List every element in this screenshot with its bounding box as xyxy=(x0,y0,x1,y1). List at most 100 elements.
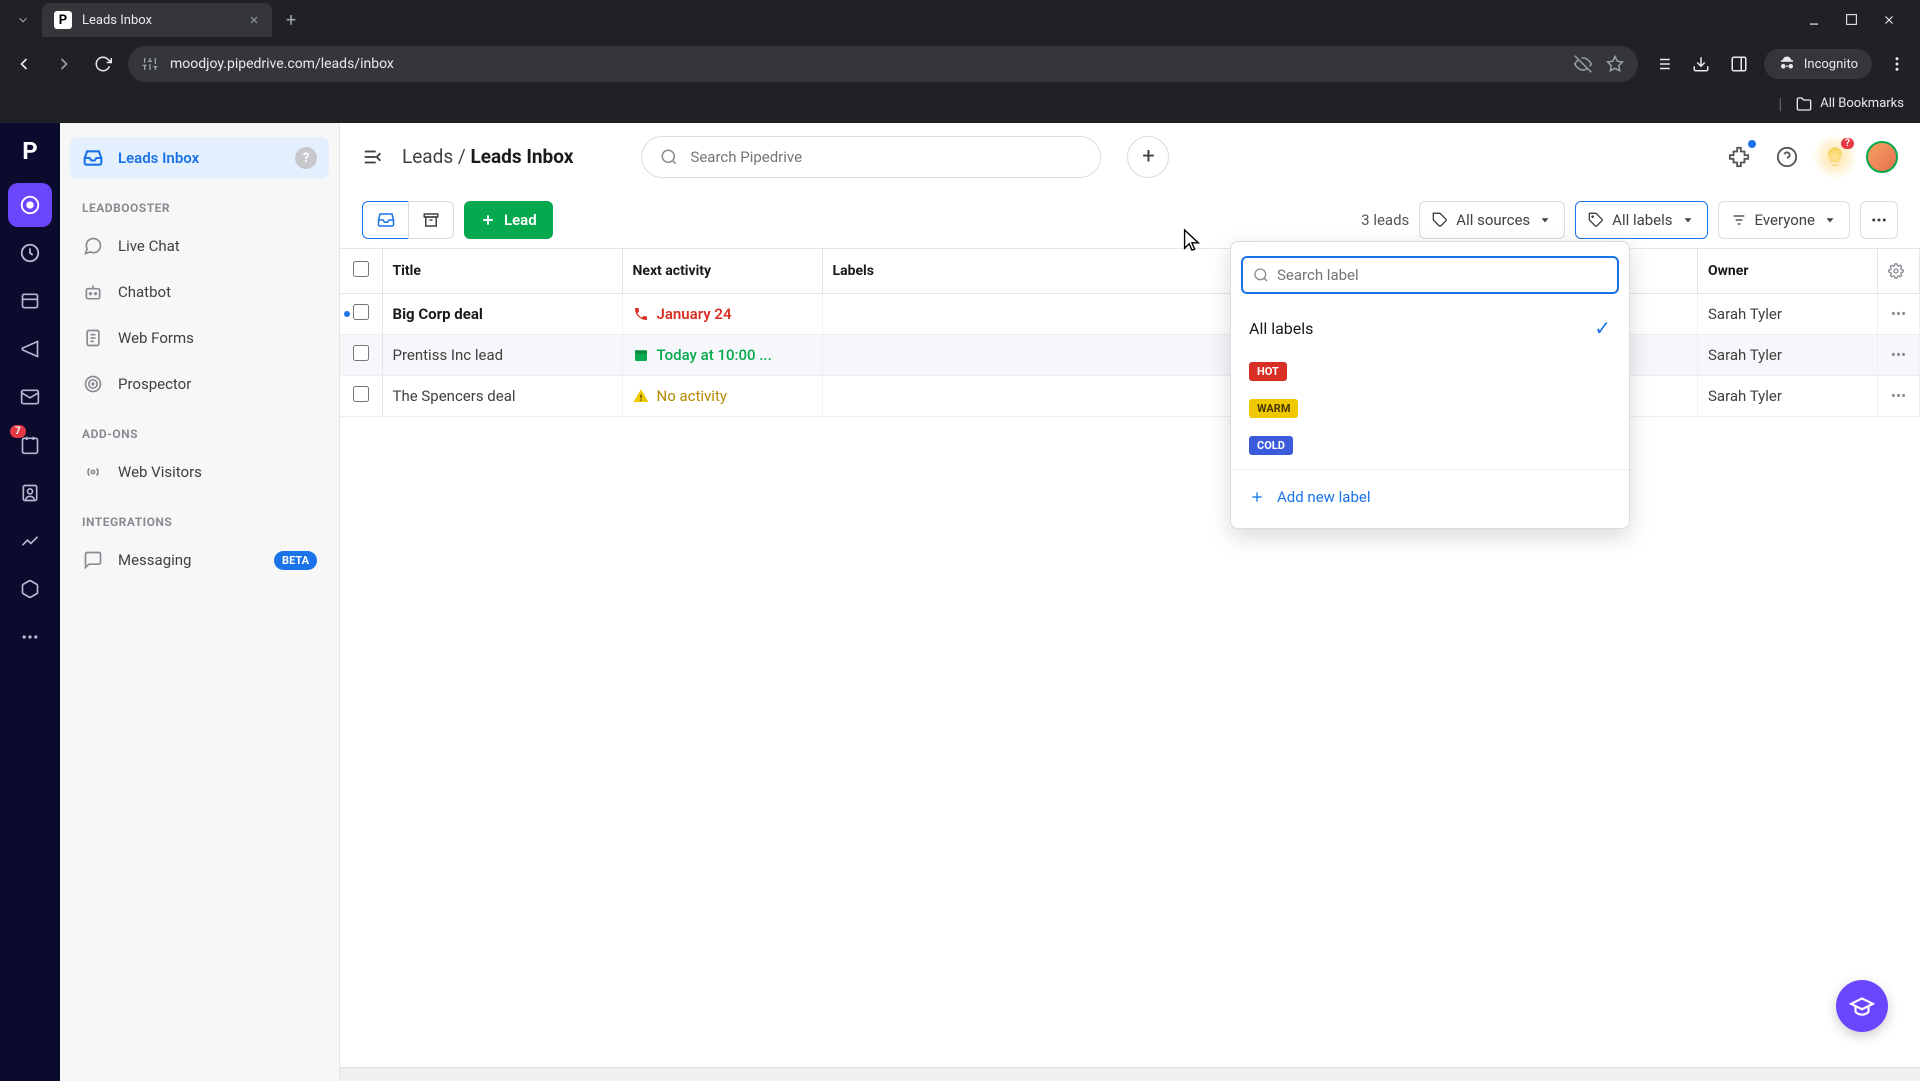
chevron-down-icon xyxy=(1681,213,1695,227)
new-tab-button[interactable]: + xyxy=(276,4,306,37)
user-avatar[interactable] xyxy=(1866,141,1898,173)
search-input[interactable] xyxy=(690,148,1082,166)
help-icon[interactable] xyxy=(1770,140,1804,174)
browser-tab[interactable]: P Leads Inbox xyxy=(42,3,272,37)
view-inbox[interactable] xyxy=(362,201,408,239)
main: Leads / Leads Inbox + ? xyxy=(340,123,1920,1081)
incognito-label: Incognito xyxy=(1804,57,1858,72)
all-bookmarks-button[interactable]: All Bookmarks xyxy=(1796,94,1904,113)
info-badge[interactable]: ? xyxy=(295,147,317,169)
table-row[interactable]: Big Corp dealJanuary 24Sarah Tyler••• xyxy=(340,294,1920,335)
rail-activities[interactable]: 7 xyxy=(8,423,52,467)
sidebar-item-chatbot[interactable]: Chatbot xyxy=(70,271,329,313)
sidebar-item-messaging[interactable]: Messaging BETA xyxy=(70,539,329,581)
close-tab-icon[interactable] xyxy=(248,14,260,26)
tab-title: Leads Inbox xyxy=(82,13,238,28)
sidebar-item-prospector[interactable]: Prospector xyxy=(70,363,329,405)
labels-dropdown: All labels ✓ HOTWARMCOLD Add new label xyxy=(1230,241,1630,529)
divider xyxy=(1231,469,1629,470)
cell-title: Big Corp deal xyxy=(382,294,622,335)
col-title[interactable]: Title xyxy=(382,249,622,294)
row-checkbox[interactable] xyxy=(353,345,369,361)
check-icon: ✓ xyxy=(1594,316,1611,340)
label-option[interactable]: HOT xyxy=(1231,352,1629,389)
app-logo[interactable]: P xyxy=(12,133,48,169)
row-checkbox[interactable] xyxy=(353,304,369,320)
forward-button[interactable] xyxy=(50,50,78,78)
browser-toolbar: moodjoy.pipedrive.com/leads/inbox Incogn… xyxy=(0,40,1920,88)
search-icon xyxy=(1253,267,1269,283)
table-row[interactable]: The Spencers dealNo activitySarah Tyler•… xyxy=(340,376,1920,417)
rail-campaigns[interactable] xyxy=(8,327,52,371)
more-filters-button[interactable] xyxy=(1860,201,1898,239)
media-icon[interactable] xyxy=(1650,51,1676,77)
leads-table-wrap: Title Next activity Labels Owner Big Cor… xyxy=(340,249,1920,1067)
rail-more[interactable] xyxy=(8,615,52,659)
unread-dot xyxy=(344,311,350,317)
rail-projects[interactable] xyxy=(8,279,52,323)
lead-button-label: Lead xyxy=(504,211,537,229)
filter-bar: Lead 3 leads All sources All labels Ever… xyxy=(340,191,1920,249)
label-option[interactable]: COLD xyxy=(1231,426,1629,463)
site-settings-icon[interactable] xyxy=(142,56,158,72)
rail-deals[interactable] xyxy=(8,231,52,275)
eye-off-icon[interactable] xyxy=(1574,55,1592,73)
label-search-input[interactable] xyxy=(1277,266,1607,284)
menu-icon[interactable] xyxy=(1884,51,1910,77)
table-row[interactable]: Prentiss Inc leadToday at 10:00 ...Sarah… xyxy=(340,335,1920,376)
filter-labels[interactable]: All labels xyxy=(1575,201,1707,239)
global-search[interactable] xyxy=(641,136,1101,178)
filter-owner[interactable]: Everyone xyxy=(1718,201,1850,239)
col-settings[interactable] xyxy=(1878,249,1920,294)
col-next-activity[interactable]: Next activity xyxy=(622,249,822,294)
rail-contacts[interactable] xyxy=(8,471,52,515)
sidebar-item-web-forms[interactable]: Web Forms xyxy=(70,317,329,359)
quick-add-button[interactable]: + xyxy=(1127,136,1169,178)
sidebar-label: Web Visitors xyxy=(118,463,202,481)
section-leadbooster: LEADBOOSTER xyxy=(70,183,329,221)
label-search[interactable] xyxy=(1241,256,1619,294)
star-icon[interactable] xyxy=(1606,55,1624,73)
beta-badge: BETA xyxy=(274,551,317,570)
sidebar-item-web-visitors[interactable]: Web Visitors xyxy=(70,451,329,493)
sidebar-toggle[interactable] xyxy=(362,146,384,168)
add-new-label[interactable]: Add new label xyxy=(1231,476,1629,518)
row-checkbox[interactable] xyxy=(353,386,369,402)
filter-sources[interactable]: All sources xyxy=(1419,201,1565,239)
breadcrumb-current: Leads Inbox xyxy=(470,145,573,168)
extensions-icon[interactable] xyxy=(1722,140,1756,174)
rail-mail[interactable] xyxy=(8,375,52,419)
tab-list-dropdown[interactable] xyxy=(8,13,38,27)
rail-leads[interactable] xyxy=(8,183,52,227)
sidebar-item-leads-inbox[interactable]: Leads Inbox ? xyxy=(70,137,329,179)
help-fab[interactable] xyxy=(1836,980,1888,1032)
horizontal-scrollbar[interactable] xyxy=(340,1067,1920,1081)
label-option-all[interactable]: All labels ✓ xyxy=(1231,304,1629,352)
row-actions[interactable]: ••• xyxy=(1878,294,1920,335)
reload-button[interactable] xyxy=(90,51,116,77)
breadcrumb-root[interactable]: Leads xyxy=(402,145,453,168)
row-actions[interactable]: ••• xyxy=(1878,376,1920,417)
url-bar[interactable]: moodjoy.pipedrive.com/leads/inbox xyxy=(128,46,1638,82)
view-archive[interactable] xyxy=(408,201,454,239)
rail-insights[interactable] xyxy=(8,519,52,563)
row-actions[interactable]: ••• xyxy=(1878,335,1920,376)
label-option[interactable]: WARM xyxy=(1231,389,1629,426)
sidebar: Leads Inbox ? LEADBOOSTER Live Chat Chat… xyxy=(60,123,340,1081)
col-owner[interactable]: Owner xyxy=(1698,249,1878,294)
download-icon[interactable] xyxy=(1688,51,1714,77)
bookmarks-bar: | All Bookmarks xyxy=(0,88,1920,123)
add-lead-button[interactable]: Lead xyxy=(464,201,553,239)
minimize-icon[interactable] xyxy=(1807,13,1821,27)
sidepanel-icon[interactable] xyxy=(1726,51,1752,77)
maximize-icon[interactable] xyxy=(1845,13,1858,27)
rail-products[interactable] xyxy=(8,567,52,611)
sidebar-label: Prospector xyxy=(118,375,191,393)
close-window-icon[interactable] xyxy=(1882,13,1896,27)
whats-new-icon[interactable]: ? xyxy=(1818,140,1852,174)
back-button[interactable] xyxy=(10,50,38,78)
select-all-checkbox[interactable] xyxy=(353,261,369,277)
incognito-chip[interactable]: Incognito xyxy=(1764,49,1872,79)
sidebar-item-live-chat[interactable]: Live Chat xyxy=(70,225,329,267)
url-text: moodjoy.pipedrive.com/leads/inbox xyxy=(170,56,394,72)
